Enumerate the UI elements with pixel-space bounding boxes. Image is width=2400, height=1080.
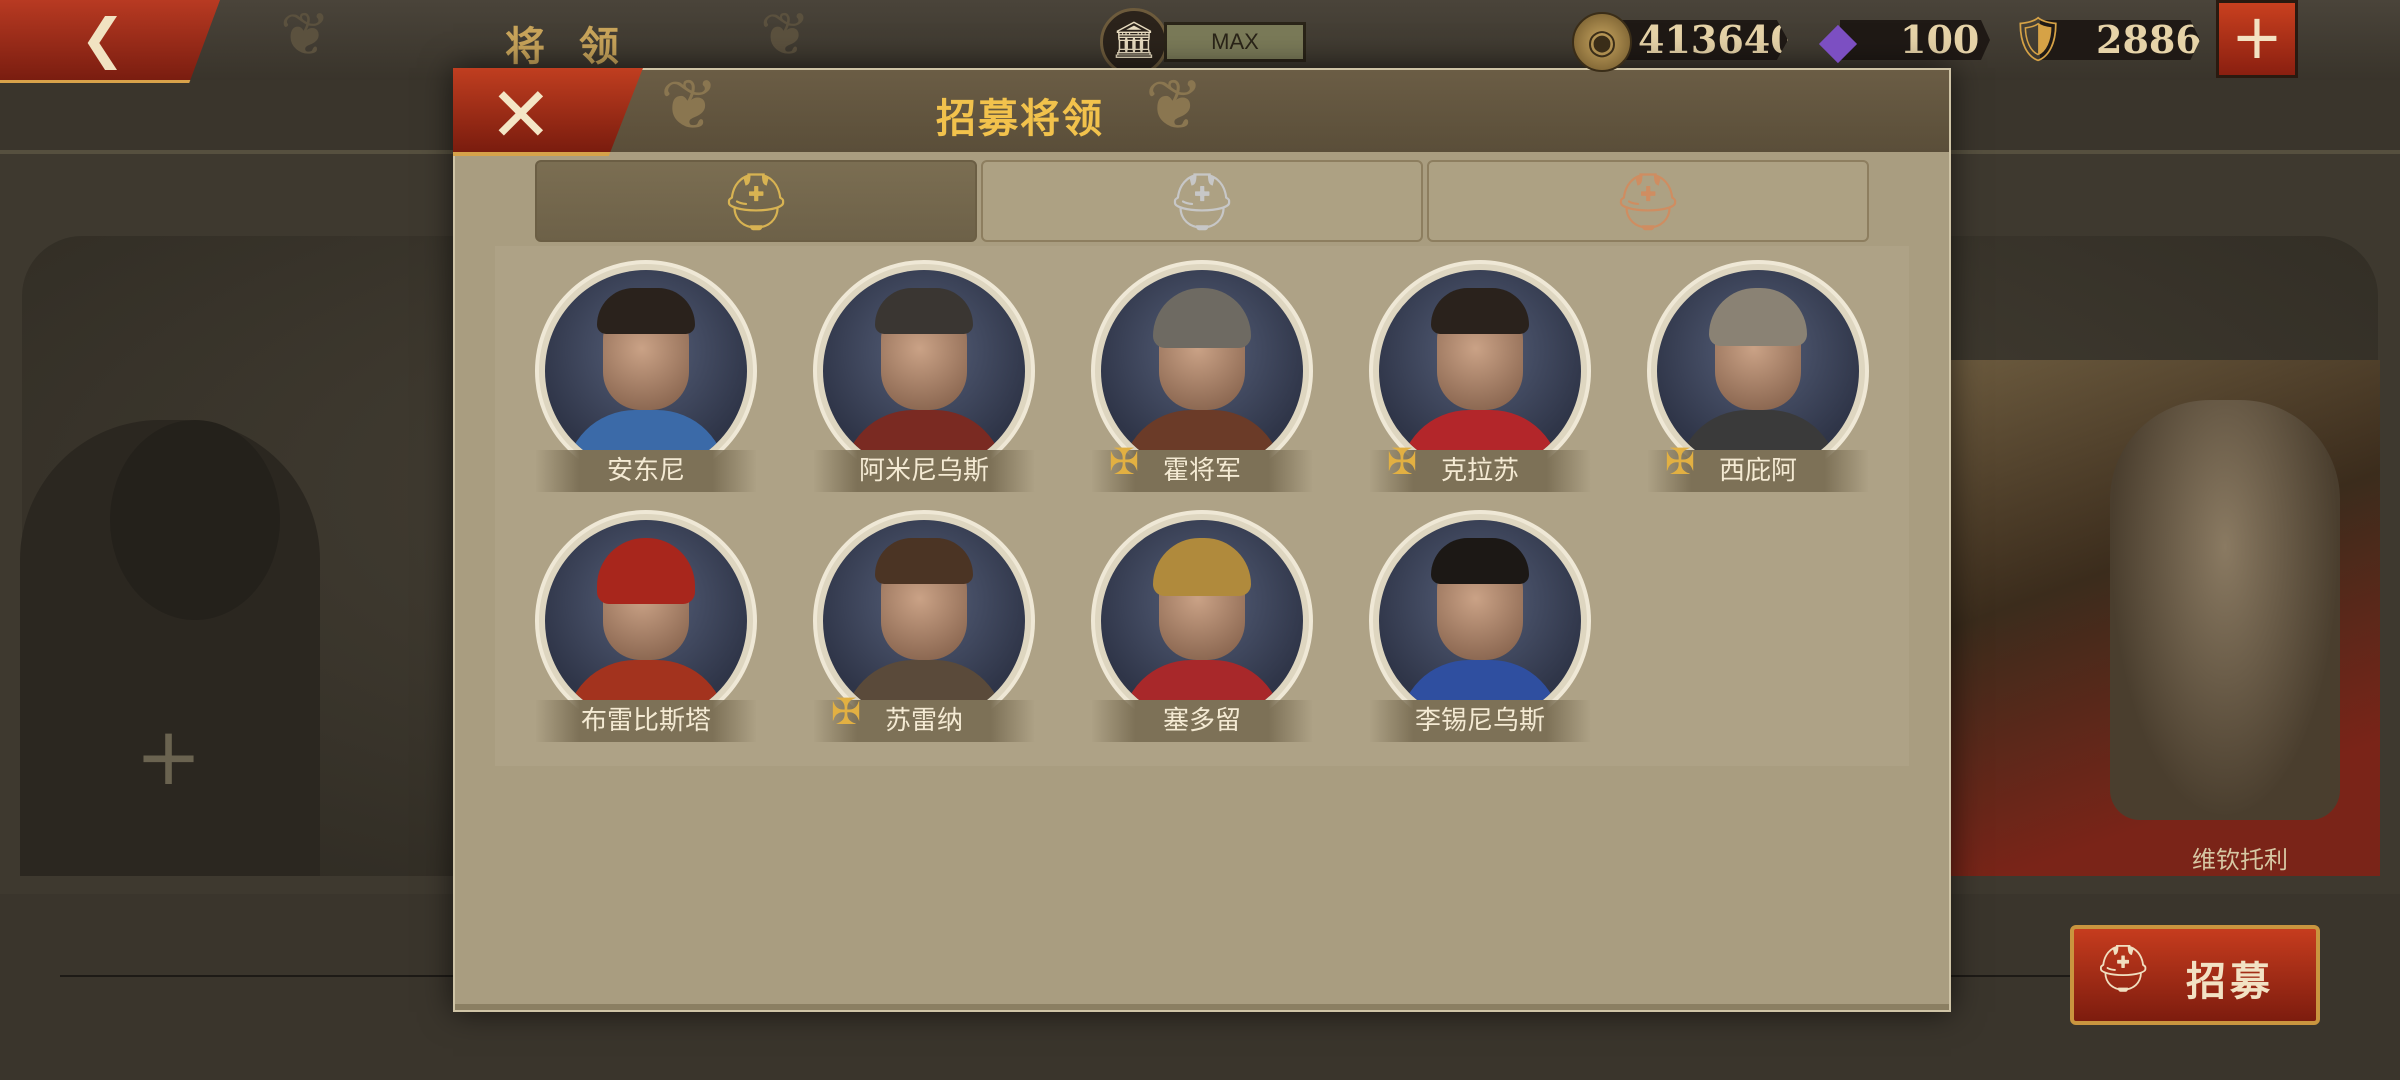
eagle-badge-icon: ✠ bbox=[830, 692, 862, 733]
dialog-title: 招募将领 bbox=[936, 95, 1104, 142]
gem-icon: ◆ bbox=[1818, 11, 1858, 69]
spqr-icon: 🛡 bbox=[2010, 14, 2066, 65]
general-card[interactable]: ✠ 苏雷纳 bbox=[813, 510, 1043, 750]
tab-gold[interactable]: ⛑ bbox=[535, 160, 977, 242]
bronze-spartan-helmet-icon: ⛑ bbox=[1612, 170, 1684, 235]
back-button[interactable]: ❮ bbox=[0, 0, 220, 83]
general-portrait bbox=[823, 270, 1025, 472]
tab-bronze[interactable]: ⛑ bbox=[1427, 160, 1869, 242]
add-resource-button[interactable]: + bbox=[2216, 0, 2298, 78]
plus-icon: + bbox=[2231, 0, 2283, 73]
eagle-badge-icon: ✠ bbox=[1108, 442, 1140, 483]
gem-resource[interactable]: ◆ 100 bbox=[1810, 12, 1995, 68]
general-portrait bbox=[545, 520, 747, 722]
winged-helmet-general bbox=[2110, 400, 2340, 820]
general-portrait bbox=[545, 270, 747, 472]
general-card[interactable]: ✠ 西庇阿 bbox=[1647, 260, 1877, 500]
general-card[interactable]: ✠ 霍将军 bbox=[1091, 260, 1321, 500]
laurel-wreath-icon: ❦ bbox=[1145, 64, 1204, 146]
right-general-name: 维钦托利 bbox=[2192, 846, 2288, 874]
recruit-button[interactable]: ⛑ 招募 bbox=[2070, 925, 2320, 1025]
general-name: 阿米尼乌斯 bbox=[813, 450, 1035, 492]
dialog-bottom-border bbox=[455, 1004, 1949, 1010]
general-portrait bbox=[1101, 520, 1303, 722]
close-icon: ✕ bbox=[489, 70, 553, 159]
general-name: 安东尼 bbox=[535, 450, 757, 492]
rarity-tabs: ⛑ ⛑ ⛑ bbox=[535, 160, 1869, 246]
laurel-wreath-icon: ❦ bbox=[280, 0, 331, 70]
silhouette-head bbox=[110, 420, 280, 620]
general-card[interactable]: 布雷比斯塔 bbox=[535, 510, 765, 750]
eagle-badge-icon: ✠ bbox=[1386, 442, 1418, 483]
general-card[interactable]: ✠ 克拉苏 bbox=[1369, 260, 1599, 500]
general-card[interactable]: 李锡尼乌斯 bbox=[1369, 510, 1599, 750]
spqr-resource[interactable]: 🛡 2886 bbox=[2010, 12, 2200, 68]
dialog-header: ❦ 招募将领 ❦ bbox=[455, 64, 1949, 152]
general-portrait bbox=[1379, 520, 1581, 722]
general-name: 布雷比斯塔 bbox=[535, 700, 757, 742]
general-card[interactable]: 阿米尼乌斯 bbox=[813, 260, 1043, 500]
eagle-badge-icon: ✠ bbox=[1664, 442, 1696, 483]
back-arrow-icon: ❮ bbox=[80, 7, 126, 70]
add-general-icon[interactable]: + bbox=[135, 710, 202, 803]
coin-resource[interactable]: ◉ 413640 bbox=[1572, 12, 1792, 72]
recruit-general-dialog: ❦ 招募将领 ❦ ✕ ⛑ ⛑ ⛑ 安东尼 阿米尼乌斯 ✠ 霍将军 ✠ 克拉苏 ✠… bbox=[453, 64, 1951, 1012]
tab-silver[interactable]: ⛑ bbox=[981, 160, 1423, 242]
laurel-wreath-icon: ❦ bbox=[660, 64, 719, 146]
coin-icon: ◉ bbox=[1572, 12, 1632, 72]
gold-spartan-helmet-icon: ⛑ bbox=[720, 170, 792, 235]
general-name: 李锡尼乌斯 bbox=[1369, 700, 1591, 742]
spartan-helmet-plus-icon: ⛑ bbox=[2094, 941, 2153, 995]
page-title: 将 领 bbox=[505, 23, 629, 70]
general-name: 塞多留 bbox=[1091, 700, 1313, 742]
recruit-label: 招募 bbox=[2186, 958, 2274, 1005]
general-card[interactable]: 塞多留 bbox=[1091, 510, 1321, 750]
building-level: MAX bbox=[1164, 22, 1306, 62]
laurel-wreath-icon: ❦ bbox=[760, 0, 811, 70]
general-card[interactable]: 安东尼 bbox=[535, 260, 765, 500]
silver-spartan-helmet-icon: ⛑ bbox=[1166, 170, 1238, 235]
